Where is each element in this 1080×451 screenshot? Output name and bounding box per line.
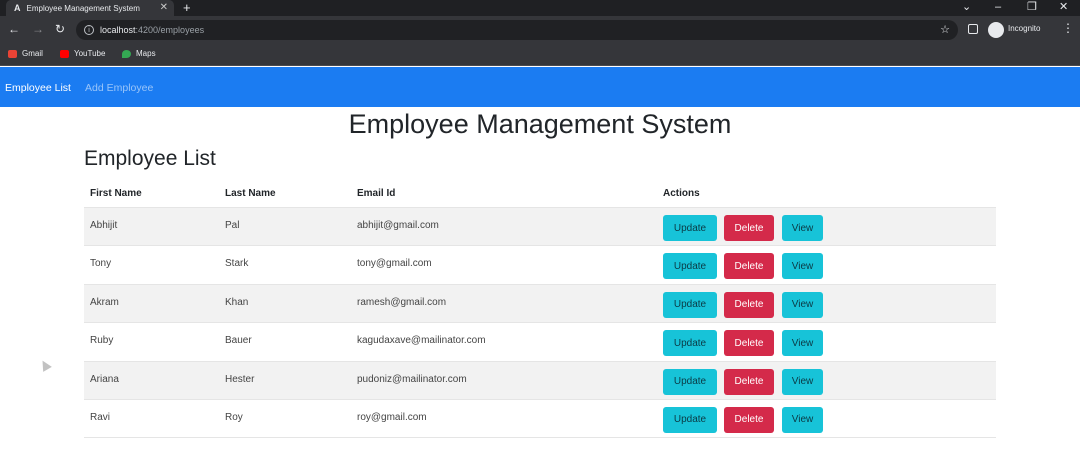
close-window-icon[interactable]: ✕ xyxy=(1059,0,1068,14)
section-title: Employee List xyxy=(84,147,216,170)
forward-icon[interactable]: → xyxy=(32,22,44,36)
cell-first-name: Tony xyxy=(90,258,112,270)
view-button[interactable]: View xyxy=(782,368,823,395)
table-header: First Name Last Name Email Id Actions xyxy=(84,180,996,207)
browser-toolbar: ← → ↻ i localhost:4200/employees ☆ Incog… xyxy=(0,16,1080,44)
nav-add-employee[interactable]: Add Employee xyxy=(85,82,153,94)
cell-email: kagudaxave@mailinator.com xyxy=(357,335,486,347)
view-button[interactable]: View xyxy=(782,406,823,433)
update-button[interactable]: Update xyxy=(663,215,717,241)
update-button[interactable]: Update xyxy=(663,291,717,318)
cell-email: ramesh@gmail.com xyxy=(357,296,447,308)
bookmark-youtube[interactable]: YouTube xyxy=(60,49,105,58)
mouse-cursor-icon xyxy=(38,358,52,372)
sidepanel-icon[interactable] xyxy=(968,24,978,34)
table-row: Ravi Roy roy@gmail.com Update Delete Vie… xyxy=(84,398,996,437)
close-tab-icon[interactable]: ✕ xyxy=(160,2,168,13)
incognito-label[interactable]: Incognito xyxy=(1008,24,1040,33)
cell-last-name: Roy xyxy=(225,411,243,423)
bookmark-label: Maps xyxy=(136,49,156,58)
table-row: Ariana Hester pudoniz@mailinator.com Upd… xyxy=(84,360,996,399)
minimize-icon[interactable]: – xyxy=(995,0,1001,14)
new-tab-icon[interactable]: + xyxy=(183,0,191,15)
cell-first-name: Abhijit xyxy=(90,220,118,231)
update-button[interactable]: Update xyxy=(663,406,717,433)
incognito-avatar[interactable] xyxy=(988,22,1004,38)
delete-button[interactable]: Delete xyxy=(724,253,774,280)
bookmark-label: YouTube xyxy=(74,49,106,58)
table-row: Abhijit Pal abhijit@gmail.com Update Del… xyxy=(84,207,996,246)
nav-employee-list[interactable]: Employee List xyxy=(5,82,71,94)
header-last-name: Last Name xyxy=(225,188,276,199)
url-path: :4200/employees xyxy=(135,25,205,35)
update-button[interactable]: Update xyxy=(663,368,717,395)
tab-search-icon[interactable]: ⌄ xyxy=(962,0,971,14)
delete-button[interactable]: Delete xyxy=(724,368,774,395)
page-title: Employee Management System xyxy=(348,109,732,139)
cell-last-name: Bauer xyxy=(225,335,252,347)
restore-icon[interactable]: ❐ xyxy=(1027,0,1037,14)
cell-first-name: Ravi xyxy=(90,411,111,423)
view-button[interactable]: View xyxy=(782,253,823,280)
cell-email: tony@gmail.com xyxy=(357,258,432,270)
cell-last-name: Stark xyxy=(225,258,249,270)
bookmark-gmail[interactable]: Gmail xyxy=(8,49,43,58)
table-row: Tony Stark tony@gmail.com Update Delete … xyxy=(84,245,996,283)
cell-last-name: Hester xyxy=(225,373,255,385)
update-button[interactable]: Update xyxy=(663,253,717,280)
menu-kebab-icon[interactable]: ⋮ xyxy=(1062,21,1074,35)
employee-table: First Name Last Name Email Id Actions Ab… xyxy=(84,180,996,439)
cell-first-name: Ruby xyxy=(90,335,114,347)
url-host: localhost xyxy=(100,25,136,35)
bookmark-label: Gmail xyxy=(22,49,43,58)
cell-email: pudoniz@mailinator.com xyxy=(357,373,467,385)
youtube-icon xyxy=(60,49,69,58)
info-icon[interactable]: i xyxy=(84,25,94,35)
cell-last-name: Khan xyxy=(225,296,249,308)
bookmark-maps[interactable]: Maps xyxy=(122,49,156,58)
app-navbar: Employee List Add Employee xyxy=(0,67,1080,107)
delete-button[interactable]: Delete xyxy=(724,215,774,241)
header-actions: Actions xyxy=(663,188,700,199)
browser-tabstrip: A Employee Management System ✕ + ⌄ – ❐ ✕ xyxy=(0,0,1080,16)
cell-email: abhijit@gmail.com xyxy=(357,220,439,231)
delete-button[interactable]: Delete xyxy=(724,291,774,318)
gmail-icon xyxy=(8,49,17,58)
table-row: Ruby Bauer kagudaxave@mailinator.com Upd… xyxy=(84,322,996,360)
table-bottom-border xyxy=(84,437,996,439)
reload-icon[interactable]: ↻ xyxy=(55,22,65,36)
tab-title: Employee Management System xyxy=(26,3,140,13)
maps-icon xyxy=(122,49,131,58)
delete-button[interactable]: Delete xyxy=(724,330,774,357)
view-button[interactable]: View xyxy=(782,215,823,241)
view-button[interactable]: View xyxy=(782,330,823,357)
address-bar[interactable]: i localhost:4200/employees ☆ xyxy=(76,20,958,40)
browser-tab[interactable]: A Employee Management System ✕ xyxy=(6,0,174,16)
header-email: Email Id xyxy=(357,188,396,199)
header-first-name: First Name xyxy=(90,188,142,199)
cell-first-name: Ariana xyxy=(90,373,119,385)
view-button[interactable]: View xyxy=(782,291,823,318)
update-button[interactable]: Update xyxy=(663,330,717,357)
cell-email: roy@gmail.com xyxy=(357,411,427,423)
cell-first-name: Akram xyxy=(90,296,119,308)
back-icon[interactable]: ← xyxy=(8,22,20,36)
delete-button[interactable]: Delete xyxy=(724,406,774,433)
cell-last-name: Pal xyxy=(225,220,240,231)
table-row: Akram Khan ramesh@gmail.com Update Delet… xyxy=(84,283,996,323)
bookmark-star-icon[interactable]: ☆ xyxy=(940,23,950,36)
bookmarks-bar: Gmail YouTube Maps xyxy=(0,44,1080,66)
angular-favicon-icon: A xyxy=(14,3,21,13)
